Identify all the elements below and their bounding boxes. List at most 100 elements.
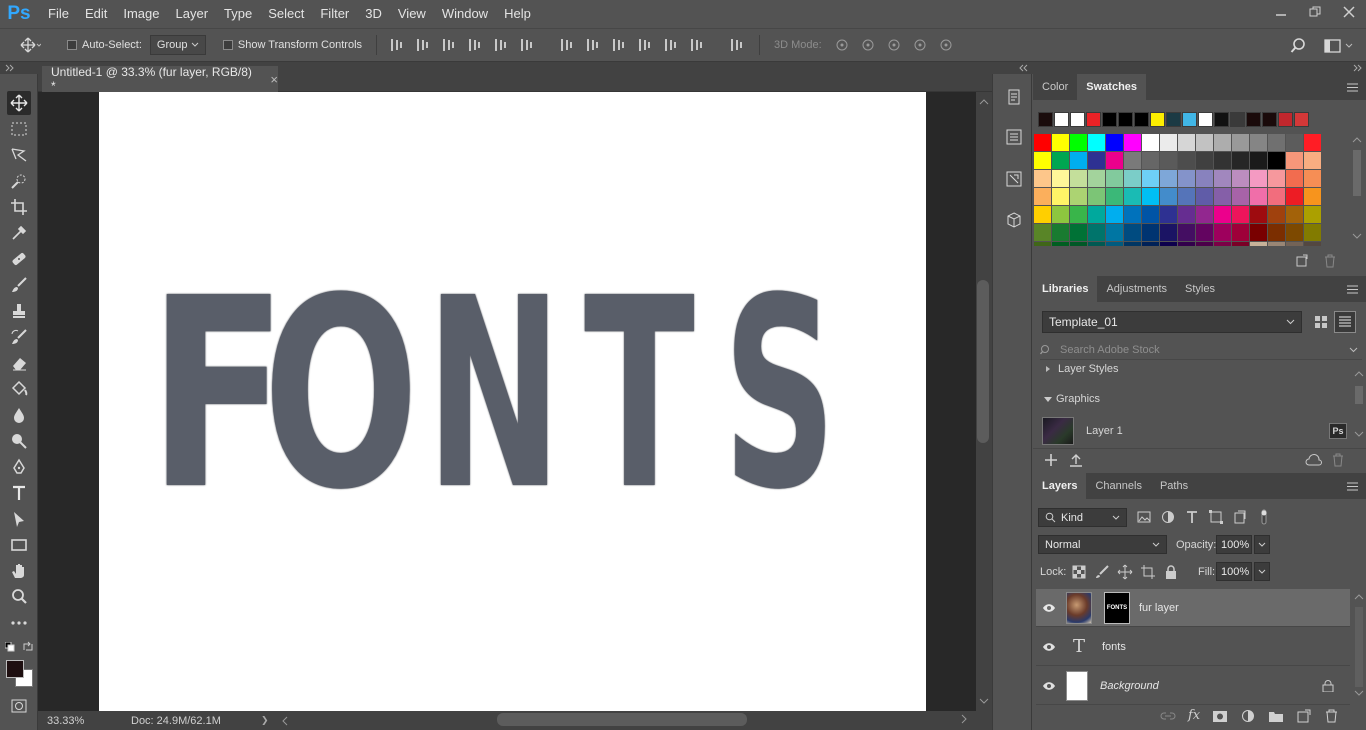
swatch[interactable] [1160, 152, 1177, 169]
more-tools-icon[interactable] [7, 611, 31, 635]
layer-row-fonts[interactable]: T fonts [1036, 628, 1350, 666]
swatch[interactable] [1214, 134, 1231, 151]
swatch[interactable] [1304, 134, 1321, 151]
add-mask-icon[interactable] [1212, 709, 1228, 723]
properties-panel-icon[interactable] [1003, 126, 1025, 148]
swatch[interactable] [1160, 134, 1177, 151]
align-right-edges-icon[interactable] [520, 37, 536, 53]
document-tab[interactable]: Untitled-1 @ 33.3% (fur layer, RGB/8) * … [42, 65, 278, 93]
new-group-icon[interactable] [1268, 709, 1284, 723]
swatch[interactable] [1070, 170, 1087, 187]
clone-stamp-tool-icon[interactable] [7, 299, 31, 323]
menu-help[interactable]: Help [496, 0, 539, 28]
lock-all-icon[interactable] [1163, 564, 1179, 580]
recent-swatch[interactable] [1182, 112, 1197, 127]
new-swatch-icon[interactable] [1295, 254, 1309, 268]
scale-3d-icon[interactable] [937, 37, 953, 53]
roll-3d-icon[interactable] [859, 37, 875, 53]
swatch[interactable] [1232, 152, 1249, 169]
status-menu-icon[interactable]: ❯ [261, 715, 269, 726]
close-tab-icon[interactable]: × [270, 72, 278, 87]
swatch[interactable] [1124, 206, 1141, 223]
swatch[interactable] [1160, 170, 1177, 187]
healing-brush-tool-icon[interactable] [7, 247, 31, 271]
swatch[interactable] [1052, 134, 1069, 151]
dodge-tool-icon[interactable] [7, 429, 31, 453]
blur-tool-icon[interactable] [7, 403, 31, 427]
swatch[interactable] [1250, 188, 1267, 205]
swatch[interactable] [1286, 134, 1303, 151]
swatch[interactable] [1034, 188, 1051, 205]
swatch[interactable] [1196, 206, 1213, 223]
recent-swatch[interactable] [1134, 112, 1149, 127]
swatch[interactable] [1034, 224, 1051, 241]
restore-icon[interactable] [1298, 0, 1332, 24]
swatch[interactable] [1052, 188, 1069, 205]
swatches-scrollbar[interactable] [1351, 134, 1363, 246]
upload-icon[interactable] [1069, 453, 1083, 467]
swatch[interactable] [1088, 152, 1105, 169]
add-content-icon[interactable] [1044, 453, 1058, 467]
swatch[interactable] [1142, 170, 1159, 187]
recent-swatch[interactable] [1214, 112, 1229, 127]
swatch[interactable] [1268, 134, 1285, 151]
align-vertical-centers-icon[interactable] [416, 37, 432, 53]
marquee-tool-icon[interactable] [7, 117, 31, 141]
menu-filter[interactable]: Filter [312, 0, 357, 28]
swatch[interactable] [1304, 170, 1321, 187]
vertical-scroll-thumb[interactable] [977, 280, 989, 443]
recent-swatch[interactable] [1246, 112, 1261, 127]
adjustment-layer-icon[interactable] [1240, 709, 1256, 723]
swatch[interactable] [1142, 134, 1159, 151]
swatch[interactable] [1142, 152, 1159, 169]
type-filter-icon[interactable] [1184, 509, 1200, 525]
swatch[interactable] [1268, 206, 1285, 223]
menu-type[interactable]: Type [216, 0, 260, 28]
shape-filter-icon[interactable] [1208, 509, 1224, 525]
history-brush-tool-icon[interactable] [7, 325, 31, 349]
swatch[interactable] [1304, 152, 1321, 169]
orbit-3d-icon[interactable] [833, 37, 849, 53]
swatch[interactable] [1196, 242, 1213, 246]
swatch[interactable] [1052, 224, 1069, 241]
paint-bucket-tool-icon[interactable] [7, 377, 31, 401]
swatch[interactable] [1286, 242, 1303, 246]
minimize-icon[interactable] [1264, 0, 1298, 24]
swatch[interactable] [1232, 242, 1249, 246]
swatch[interactable] [1070, 224, 1087, 241]
swatch[interactable] [1286, 188, 1303, 205]
menu-select[interactable]: Select [260, 0, 312, 28]
swatch[interactable] [1232, 134, 1249, 151]
eyedropper-tool-icon[interactable] [7, 221, 31, 245]
menu-3d[interactable]: 3D [357, 0, 390, 28]
swatch[interactable] [1088, 242, 1105, 246]
distribute-vcenter-icon[interactable] [586, 37, 602, 53]
distribute-left-icon[interactable] [638, 37, 654, 53]
swatch[interactable] [1124, 170, 1141, 187]
swatch[interactable] [1232, 170, 1249, 187]
lock-transparent-icon[interactable] [1071, 564, 1087, 580]
swatch[interactable] [1124, 224, 1141, 241]
auto-select-dropdown[interactable]: Group [149, 35, 206, 55]
swatch[interactable] [1268, 152, 1285, 169]
swatch[interactable] [1106, 134, 1123, 151]
swatch[interactable] [1124, 134, 1141, 151]
swatch[interactable] [1070, 206, 1087, 223]
swatch[interactable] [1034, 134, 1051, 151]
swatch[interactable] [1178, 224, 1195, 241]
drag-3d-icon[interactable] [885, 37, 901, 53]
swatch[interactable] [1214, 170, 1231, 187]
zoom-level[interactable]: 33.33% [47, 715, 131, 727]
recent-swatch[interactable] [1150, 112, 1165, 127]
auto-align-icon[interactable] [730, 37, 746, 53]
swatch[interactable] [1250, 242, 1267, 246]
swatch[interactable] [1232, 224, 1249, 241]
horizontal-scroll-thumb[interactable] [497, 713, 747, 726]
fill-input[interactable]: 100% [1216, 562, 1252, 581]
layer-row-fur-layer[interactable]: FONTS fur layer [1036, 589, 1350, 627]
foreground-color-swatch[interactable] [6, 660, 24, 678]
stock-search[interactable]: Search Adobe Stock [1040, 340, 1362, 360]
document-canvas[interactable]: F O N T S [99, 92, 926, 711]
scroll-right-icon[interactable] [960, 714, 968, 724]
recent-swatch[interactable] [1278, 112, 1293, 127]
